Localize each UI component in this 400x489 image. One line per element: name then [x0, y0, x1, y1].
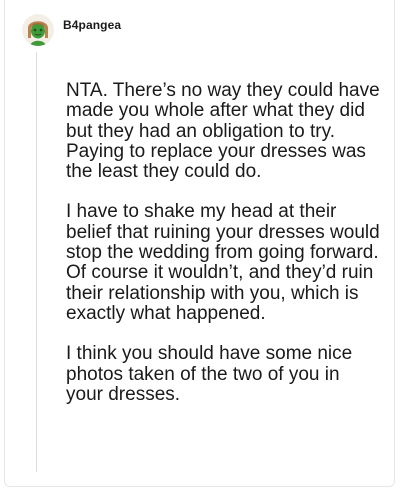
comment-body: NTA. There’s no way they could have made… [66, 80, 381, 425]
frog-avatar-icon [22, 14, 54, 46]
user-avatar[interactable] [22, 14, 54, 46]
comment-paragraph: NTA. There’s no way they could have made… [66, 80, 380, 183]
comment-paragraph: I think you should have some nice photos… [66, 343, 353, 405]
comment-header: B4pangea [22, 14, 121, 46]
username[interactable]: B4pangea [63, 18, 121, 32]
comment-card: B4pangea NTA. There’s no way they could … [4, 0, 395, 487]
thread-line [36, 52, 37, 472]
comment-paragraph: I have to shake my head at their belief … [66, 201, 380, 324]
